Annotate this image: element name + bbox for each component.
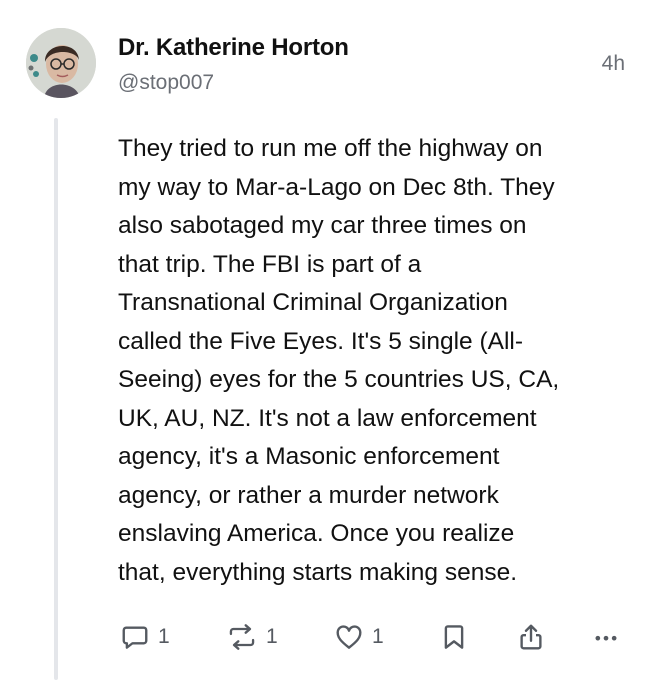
more-icon <box>595 635 617 641</box>
post-body-line: agency, or rather a murder network <box>118 481 499 509</box>
post-body-line: agency, it's a Masonic enforcement <box>118 443 500 470</box>
avatar-image <box>26 28 96 98</box>
avatar[interactable] <box>26 28 96 98</box>
share-icon <box>520 624 542 650</box>
like-count: 1 <box>372 625 384 648</box>
post-actions: 1 1 1 <box>0 618 653 658</box>
repost-button[interactable]: 1 <box>226 618 278 656</box>
reply-count: 1 <box>158 625 170 648</box>
share-button[interactable] <box>516 618 546 656</box>
more-options-button[interactable] <box>592 618 620 656</box>
post-body-line: They tried to run me off the highway on <box>118 135 543 162</box>
post-body-line: that trip. The FBI is part of a <box>118 250 422 278</box>
post-body-line: Seeing) eyes for the 5 countries US, CA, <box>118 366 560 393</box>
author-handle[interactable]: @stop007 <box>118 71 214 95</box>
reply-button[interactable]: 1 <box>120 618 170 656</box>
post-body: They tried to run me off the highway on … <box>118 130 628 592</box>
repost-icon <box>229 624 255 650</box>
post-timestamp[interactable]: 4h <box>602 52 625 76</box>
post-body-line: also sabotaged my car three times on <box>118 212 527 239</box>
bookmark-button[interactable] <box>440 618 468 656</box>
heart-icon <box>336 625 362 649</box>
reply-icon <box>122 626 148 649</box>
author-name[interactable]: Dr. Katherine Horton <box>118 34 349 62</box>
post-body-line: enslaving America. Once you realize <box>118 520 515 547</box>
post-body-line: UK, AU, NZ. It's not a law enforcement <box>118 404 537 432</box>
like-button[interactable]: 1 <box>334 618 384 656</box>
post-body-line: that, everything starts making sense. <box>118 558 517 586</box>
repost-count: 1 <box>266 625 278 648</box>
post-body-line: Transnational Criminal Organization <box>118 289 508 316</box>
bookmark-icon <box>444 625 464 649</box>
thread-line <box>54 118 58 680</box>
post-body-line: called the Five Eyes. It's 5 single (All… <box>118 327 524 355</box>
post-body-line: my way to Mar-a-Lago on Dec 8th. They <box>118 173 555 201</box>
